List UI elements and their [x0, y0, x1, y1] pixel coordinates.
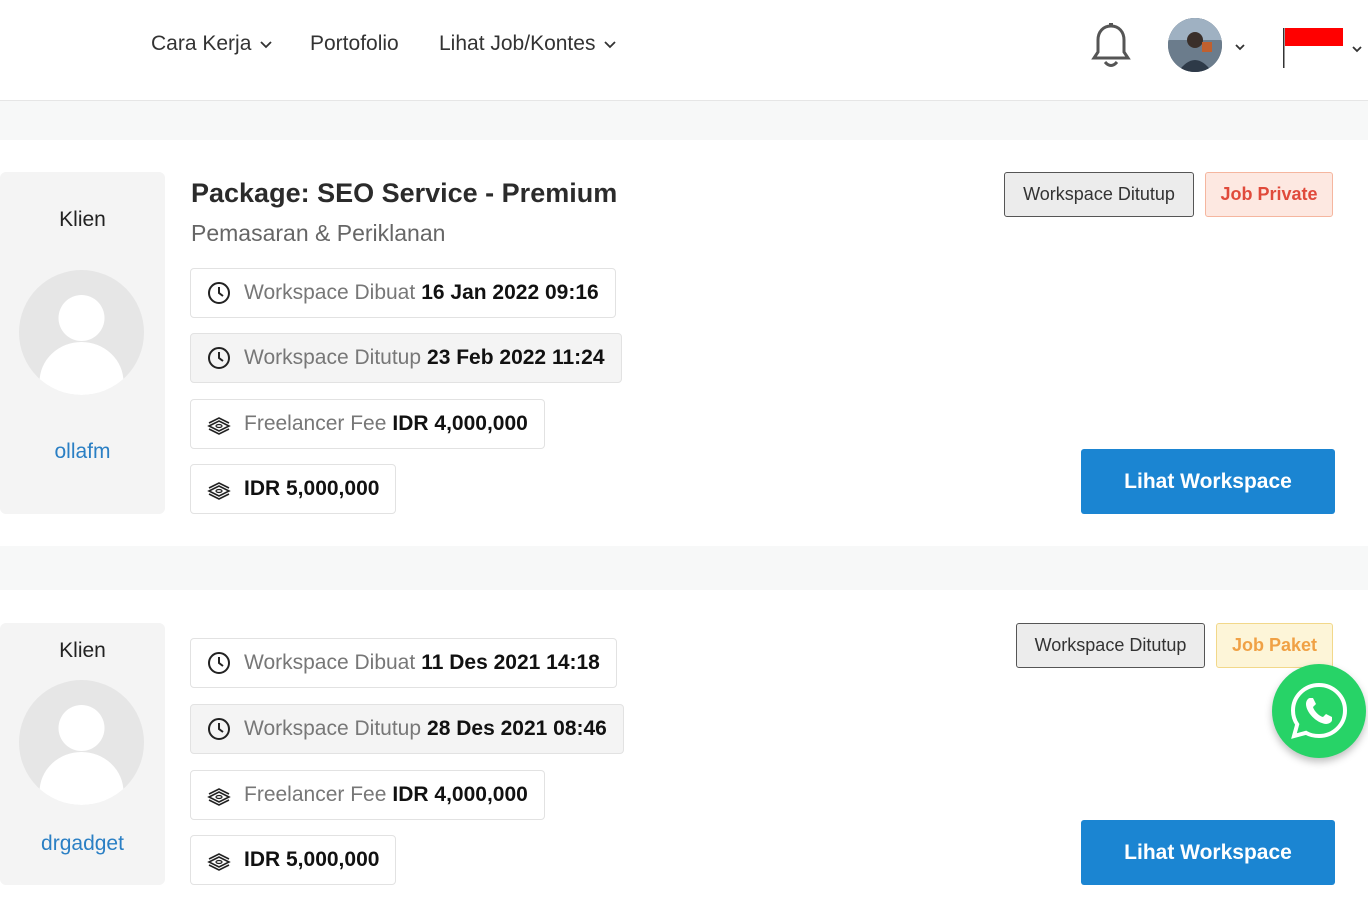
money-stack-icon [207, 482, 231, 500]
user-photo [1168, 18, 1222, 72]
client-panel: Klien drgadget [0, 623, 165, 885]
chevron-down-icon [604, 41, 617, 49]
user-placeholder-icon [39, 295, 124, 395]
user-placeholder-icon [39, 705, 124, 805]
created-value: 16 Jan 2022 09:16 [421, 281, 599, 304]
fee-label: Freelancer Fee [244, 412, 387, 435]
client-name-link[interactable]: drgadget [0, 832, 165, 856]
clock-icon [208, 652, 230, 674]
clock-icon [208, 282, 230, 304]
nav-portofolio[interactable]: Portofolio [310, 32, 399, 56]
workspace-created-info: Workspace Dibuat 11 Des 2021 14:18 [190, 638, 617, 688]
money-stack-icon [207, 788, 231, 806]
whatsapp-chat-button[interactable] [1272, 664, 1366, 758]
bell-icon[interactable] [1090, 22, 1132, 70]
freelancer-fee-info: Freelancer Fee IDR 4,000,000 [190, 399, 545, 449]
nav-lihat-job-kontes[interactable]: Lihat Job/Kontes [439, 32, 617, 56]
money-stack-icon [207, 417, 231, 435]
closed-value: 23 Feb 2022 11:24 [427, 346, 605, 369]
view-workspace-button[interactable]: Lihat Workspace [1081, 449, 1335, 514]
price-value: IDR 5,000,000 [244, 477, 380, 500]
clock-icon [208, 718, 230, 740]
workspace-created-info: Workspace Dibuat 16 Jan 2022 09:16 [190, 268, 616, 318]
nav-portofolio-label: Portofolio [310, 32, 399, 55]
workspace-closed-info: Workspace Ditutup 23 Feb 2022 11:24 [190, 333, 622, 383]
user-avatar[interactable] [1168, 18, 1222, 72]
freelancer-fee-info: Freelancer Fee IDR 4,000,000 [190, 770, 545, 820]
status-badge: Workspace Ditutup [1016, 623, 1205, 668]
nav-cara-kerja[interactable]: Cara Kerja [151, 32, 273, 56]
job-category: Pemasaran & Periklanan [191, 220, 446, 246]
chevron-down-icon[interactable] [1350, 42, 1364, 56]
client-panel: Klien ollafm [0, 172, 165, 514]
nav-lihat-job-label: Lihat Job/Kontes [439, 32, 596, 55]
client-avatar [19, 270, 144, 395]
job-type-badge: Job Private [1205, 172, 1333, 217]
view-workspace-button[interactable]: Lihat Workspace [1081, 820, 1335, 885]
fee-value: IDR 4,000,000 [392, 412, 528, 435]
job-price-info: IDR 5,000,000 [190, 835, 397, 885]
workspace-card: Klien drgadget Workspace Dibuat 11 Des 2… [0, 590, 1368, 903]
job-type-badge: Job Paket [1216, 623, 1333, 668]
created-label: Workspace Dibuat [244, 281, 416, 304]
created-label: Workspace Dibuat [244, 651, 416, 674]
indonesia-flag-icon[interactable] [1283, 28, 1345, 68]
clock-icon [208, 347, 230, 369]
status-badge: Workspace Ditutup [1004, 172, 1194, 217]
fee-value: IDR 4,000,000 [392, 783, 528, 806]
job-price-info: IDR 5,000,000 [190, 464, 397, 514]
whatsapp-icon [1290, 682, 1348, 739]
top-navbar: Cara Kerja Portofolio Lihat Job/Kontes [0, 0, 1368, 101]
nav-cara-kerja-label: Cara Kerja [151, 32, 252, 55]
client-label: Klien [59, 208, 106, 231]
job-title: Package: SEO Service - Premium [191, 178, 618, 208]
created-value: 11 Des 2021 14:18 [421, 651, 600, 674]
closed-label: Workspace Ditutup [244, 346, 422, 369]
client-name-link[interactable]: ollafm [0, 440, 165, 464]
client-label: Klien [59, 639, 106, 662]
workspace-closed-info: Workspace Ditutup 28 Des 2021 08:46 [190, 704, 624, 754]
chevron-down-icon[interactable] [1233, 40, 1247, 54]
price-value: IDR 5,000,000 [244, 848, 380, 871]
fee-label: Freelancer Fee [244, 783, 387, 806]
closed-label: Workspace Ditutup [244, 717, 422, 740]
client-avatar [19, 680, 144, 805]
closed-value: 28 Des 2021 08:46 [427, 717, 607, 740]
money-stack-icon [207, 853, 231, 871]
workspace-card: Klien ollafm Package: SEO Service - Prem… [0, 140, 1368, 546]
chevron-down-icon [260, 41, 273, 49]
